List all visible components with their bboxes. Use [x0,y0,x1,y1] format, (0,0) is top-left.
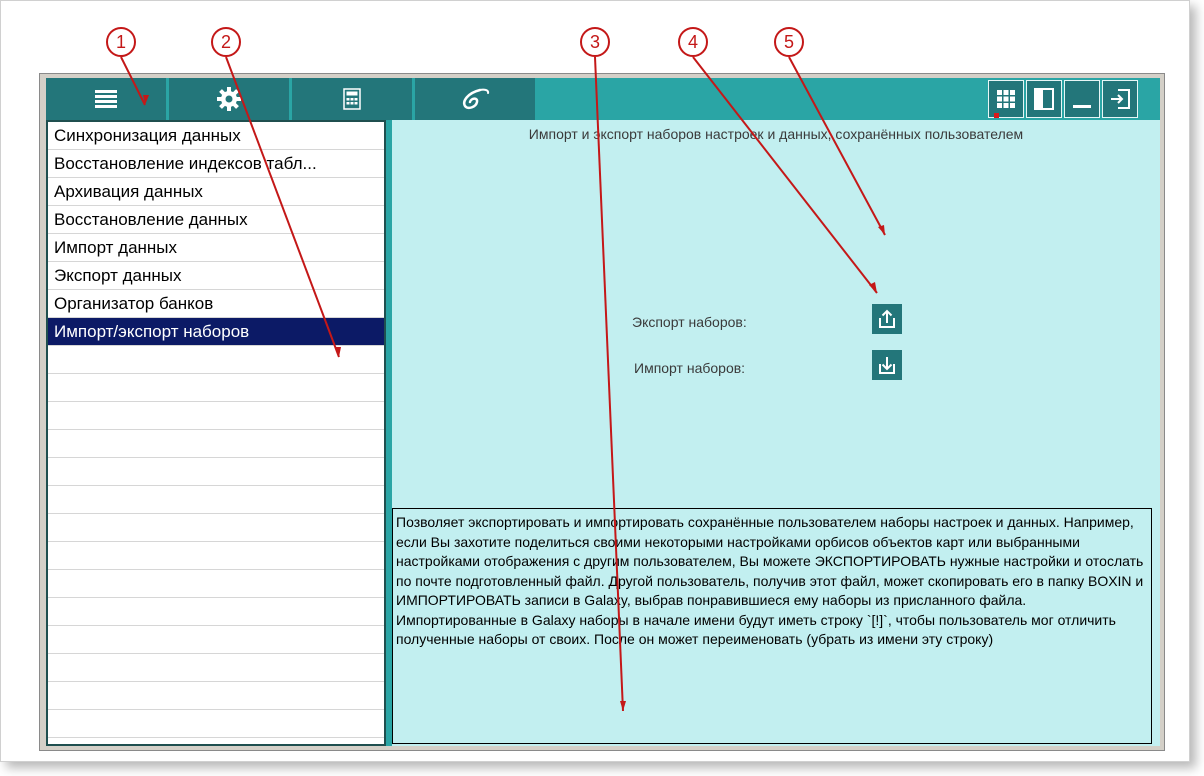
callout-line-5 [788,56,886,236]
callout-2: 2 [211,27,241,57]
callout-line-2 [225,56,340,358]
callout-5: 5 [774,27,804,57]
callout-line-3 [594,56,624,712]
arrowhead-5 [878,225,885,235]
callout-line-1 [120,56,146,106]
callout-4: 4 [678,27,708,57]
callout-lines [120,56,886,712]
arrowhead-3 [620,701,626,711]
screenshot-frame: Синхронизация данных Восстановление индек… [0,0,1190,762]
callout-3: 3 [580,27,610,57]
callout-line-4 [692,56,878,294]
callout-1: 1 [106,27,136,57]
